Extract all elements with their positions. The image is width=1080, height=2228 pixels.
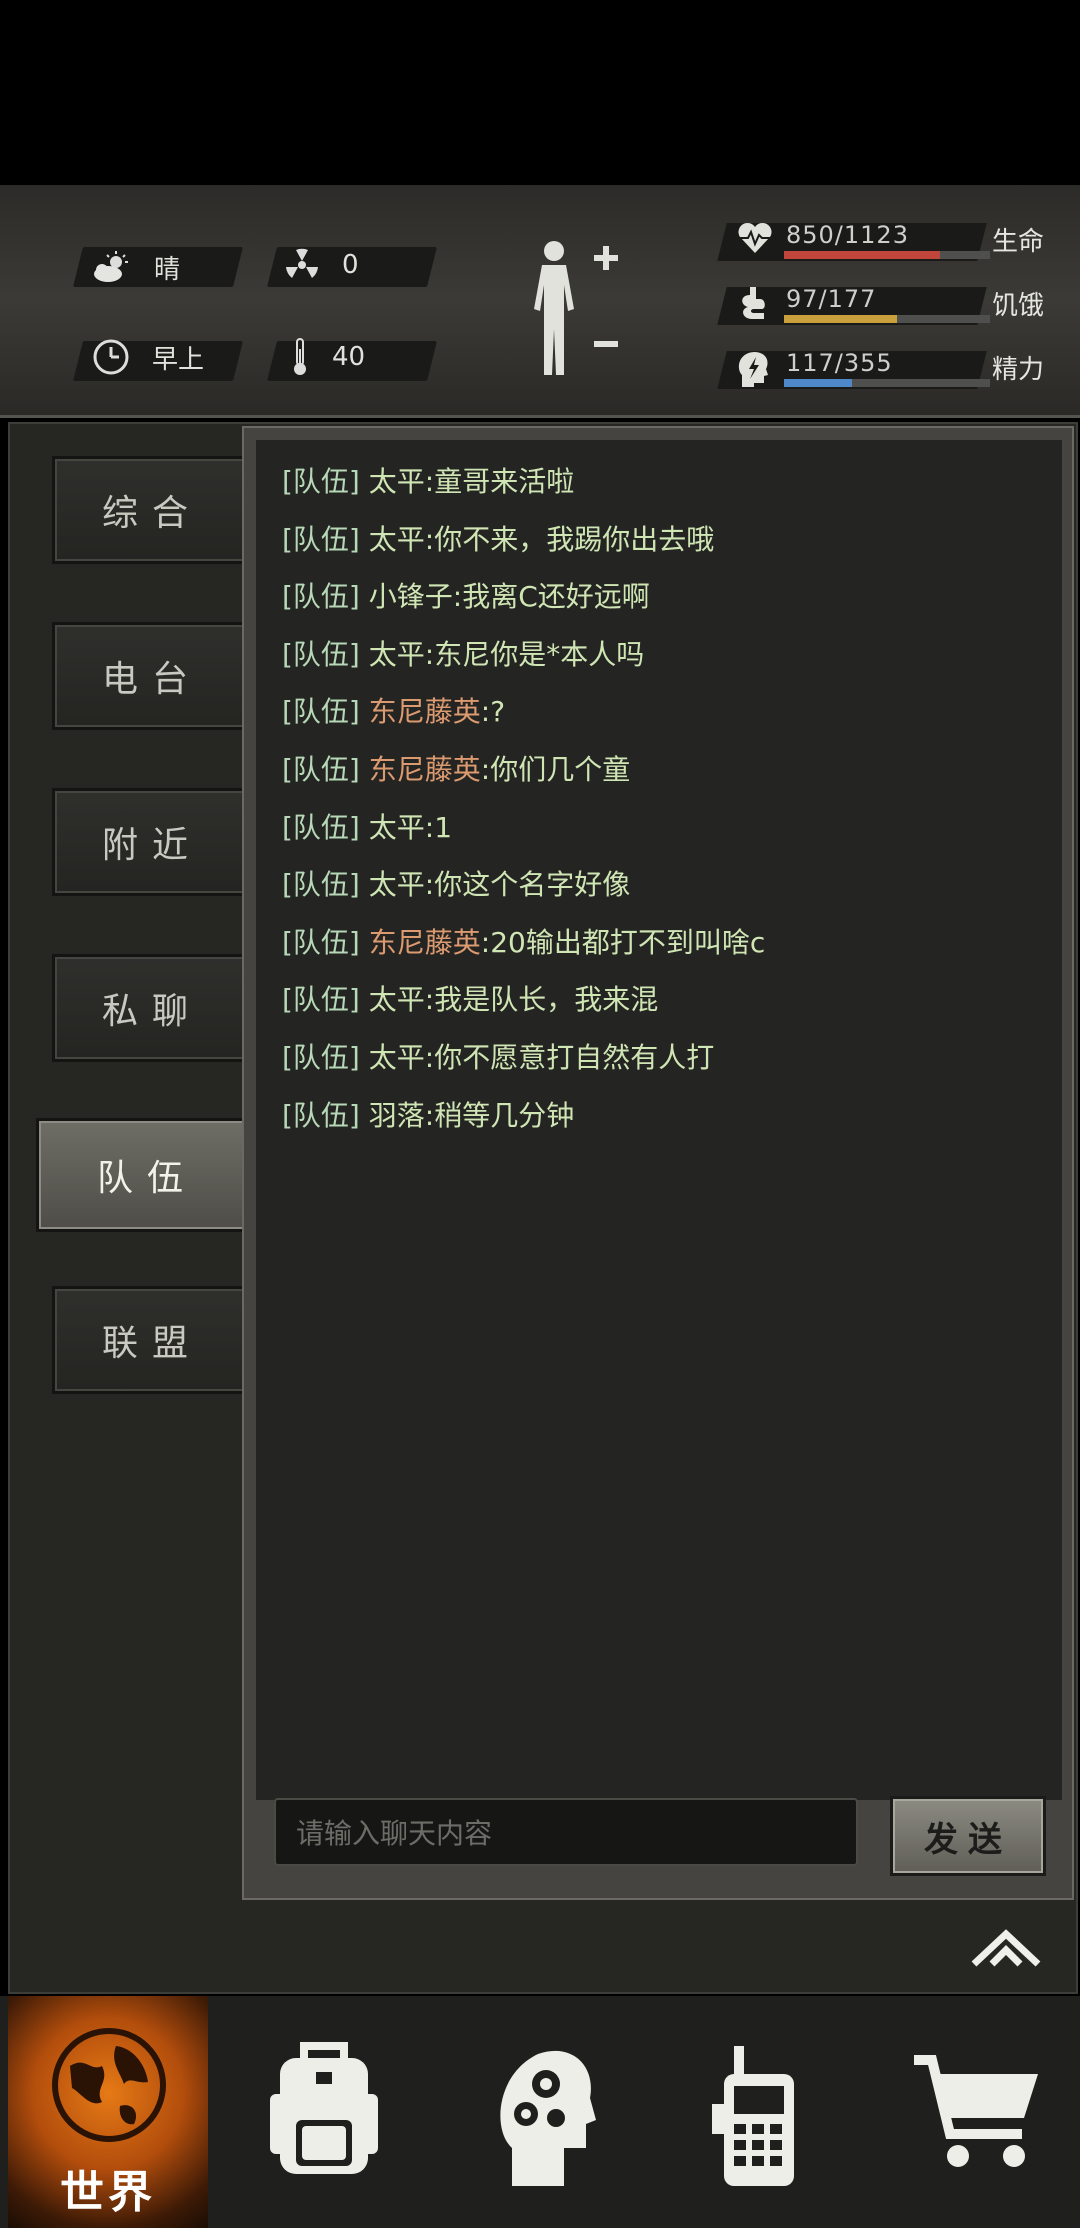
- message-text: 稍等几分钟: [434, 1098, 575, 1132]
- chat-message: [队伍] 东尼藤英:?: [282, 695, 506, 729]
- message-text: 你不愿意打自然有人打: [434, 1041, 715, 1074]
- energy-head-icon: [738, 352, 768, 387]
- weather-sun-cloud-icon: [94, 251, 128, 282]
- skills-head-icon[interactable]: [492, 2040, 596, 2188]
- time-of-day-text: 早上: [152, 344, 205, 375]
- radiation-display: 0: [284, 245, 359, 285]
- temperature-display: 40: [290, 337, 365, 377]
- chat-window: 综合 电台 附近 私聊 队伍 联盟 [队伍] 太平:童哥来活啦 [队伍] 太平:你…: [8, 422, 1078, 1994]
- heart-icon: [738, 222, 772, 253]
- chat-panel: [队伍] 太平:童哥来活啦 [队伍] 太平:你不来，我踢你出去哦 [队伍] 小锋子:…: [242, 426, 1074, 1900]
- health-label: 生命: [991, 227, 1044, 257]
- message-channel: [队伍]: [282, 695, 360, 729]
- chat-message: [队伍] 东尼藤英:你们几个童: [282, 753, 631, 786]
- temperature-value: 40: [332, 342, 366, 372]
- message-channel: [队伍]: [282, 810, 360, 844]
- tab-radio[interactable]: 电台: [52, 622, 252, 730]
- chat-message: [队伍] 太平:童哥来活啦: [282, 465, 575, 498]
- message-channel: [队伍]: [282, 753, 360, 786]
- message-sender[interactable]: 太平: [369, 465, 425, 498]
- hunger-bar: [784, 315, 990, 323]
- energy-bar: [784, 379, 990, 387]
- tab-nearby[interactable]: 附近: [52, 788, 252, 896]
- tab-general[interactable]: 综合: [52, 456, 252, 564]
- shop-cart-icon[interactable]: [910, 2052, 1044, 2172]
- bottom-nav: 世界: [0, 1996, 1080, 2228]
- nav-world[interactable]: 世界: [8, 1996, 208, 2228]
- message-sender[interactable]: 太平: [369, 638, 425, 671]
- collapse-chevron-icon[interactable]: [970, 1926, 1042, 1970]
- chat-input[interactable]: 请输入聊天内容: [274, 1798, 858, 1866]
- message-text: 你不来，我踢你出去哦: [434, 522, 715, 556]
- message-sender[interactable]: 羽落: [369, 1099, 425, 1132]
- chat-message: [队伍] 太平:你不愿意打自然有人打: [282, 1041, 715, 1074]
- weather-display: 晴: [92, 247, 180, 287]
- message-channel: [队伍]: [282, 465, 360, 498]
- message-text: 我离C还好远啊: [462, 580, 650, 614]
- message-text: ?: [490, 695, 506, 729]
- message-channel: [队伍]: [282, 1098, 360, 1132]
- weather-text: 晴: [154, 254, 181, 285]
- message-text: 我是队长，我来混: [434, 983, 659, 1017]
- energy-label: 精力: [991, 355, 1044, 385]
- message-sender[interactable]: 太平: [369, 868, 425, 901]
- thermometer-icon: [294, 338, 306, 375]
- chat-input-placeholder: 请输入聊天内容: [296, 1817, 493, 1850]
- body-status-icon[interactable]: [524, 239, 624, 379]
- message-text: 你们几个童: [490, 753, 631, 786]
- tab-team[interactable]: 队伍: [36, 1118, 258, 1232]
- send-button[interactable]: 发送: [890, 1796, 1046, 1876]
- hunger-stat: 97/177 饥饿: [717, 279, 1062, 329]
- message-text: 童哥来活啦: [434, 465, 575, 498]
- message-channel: [队伍]: [282, 580, 360, 614]
- message-sender[interactable]: 太平: [369, 523, 425, 556]
- message-sender[interactable]: 太平: [369, 1041, 425, 1074]
- tab-private[interactable]: 私聊: [52, 954, 252, 1062]
- energy-stat: 117/355 精力: [717, 343, 1062, 393]
- hunger-label: 饥饿: [991, 291, 1044, 321]
- chat-message: [队伍] 太平:1: [282, 810, 453, 844]
- chat-message: [队伍] 东尼藤英:20输出都打不到叫啥c: [282, 925, 766, 959]
- energy-value: 117/355: [786, 349, 893, 377]
- chat-message: [队伍] 羽落:稍等几分钟: [282, 1098, 575, 1132]
- health-bar: [784, 251, 990, 259]
- message-text: 1: [434, 810, 453, 844]
- tab-alliance[interactable]: 联盟: [52, 1286, 252, 1394]
- clock-icon: [93, 339, 129, 375]
- time-display: 早上: [92, 337, 204, 377]
- message-sender[interactable]: 东尼藤英: [369, 695, 481, 728]
- hunger-value: 97/177: [786, 285, 877, 313]
- message-sender[interactable]: 东尼藤英: [369, 753, 481, 786]
- chat-message: [队伍] 太平:我是队长，我来混: [282, 983, 659, 1017]
- message-text: 20输出都打不到叫啥c: [490, 925, 766, 959]
- status-bar-area: [0, 0, 1080, 185]
- chat-message: [队伍] 太平:你不来，我踢你出去哦: [282, 522, 715, 556]
- globe-icon: [52, 2028, 166, 2142]
- chat-message: [队伍] 太平:你这个名字好像: [282, 868, 631, 902]
- backpack-icon[interactable]: [266, 2036, 382, 2186]
- message-text: 东尼你是*本人吗: [434, 637, 645, 671]
- message-sender[interactable]: 小锋子: [369, 580, 453, 613]
- message-text: 你这个名字好像: [434, 868, 631, 902]
- chat-message: [队伍] 太平:东尼你是*本人吗: [282, 637, 645, 671]
- radiation-value: 0: [342, 250, 359, 280]
- status-header: 晴 0 早上 40 850/1123 生命 97/177 饥饿 117/355 …: [0, 185, 1080, 418]
- message-sender[interactable]: 太平: [369, 811, 425, 844]
- health-stat: 850/1123 生命: [717, 215, 1062, 265]
- nav-world-label: 世界: [60, 2167, 156, 2218]
- stomach-icon: [742, 287, 765, 319]
- radiation-icon: [286, 248, 318, 278]
- message-channel: [队伍]: [282, 637, 360, 671]
- message-channel: [队伍]: [282, 1041, 360, 1074]
- message-channel: [队伍]: [282, 925, 360, 959]
- message-sender[interactable]: 东尼藤英: [369, 926, 481, 959]
- health-value: 850/1123: [786, 221, 909, 249]
- message-channel: [队伍]: [282, 868, 360, 902]
- radio-icon[interactable]: [712, 2044, 802, 2188]
- chat-message: [队伍] 小锋子:我离C还好远啊: [282, 580, 650, 614]
- message-sender[interactable]: 太平: [369, 983, 425, 1016]
- message-channel: [队伍]: [282, 522, 360, 556]
- message-list[interactable]: [队伍] 太平:童哥来活啦 [队伍] 太平:你不来，我踢你出去哦 [队伍] 小锋子:…: [256, 440, 1062, 1800]
- message-channel: [队伍]: [282, 983, 360, 1017]
